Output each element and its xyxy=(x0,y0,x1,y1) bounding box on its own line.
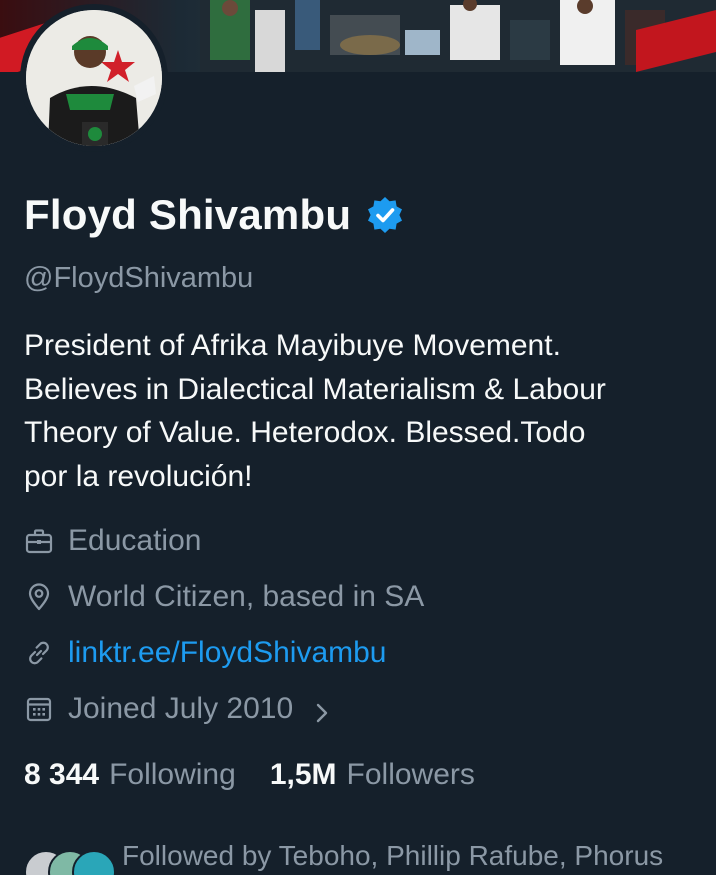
calendar-icon xyxy=(24,694,54,724)
location-pin-icon xyxy=(24,582,54,612)
profile-website: linktr.ee/FloydShivambu xyxy=(24,633,387,673)
following-stat[interactable]: 8 344 Following xyxy=(24,758,236,792)
briefcase-icon xyxy=(24,526,54,556)
profile-joined[interactable]: Joined July 2010 xyxy=(24,689,333,729)
followers-label: Followers xyxy=(346,758,475,791)
website-link[interactable]: linktr.ee/FloydShivambu xyxy=(68,636,387,670)
chevron-right-icon[interactable] xyxy=(311,698,333,723)
profile-category: Education xyxy=(24,521,201,561)
profile-avatar[interactable] xyxy=(20,4,168,152)
follow-stats: 8 344 Following 1,5M Followers xyxy=(24,754,475,796)
joined-text: Joined July 2010 xyxy=(68,692,294,725)
following-label: Following xyxy=(109,758,236,791)
bio-line: Theory of Value. Heterodox. Blessed.Todo xyxy=(24,416,586,449)
following-count: 8 344 xyxy=(24,758,100,791)
bio-line: Believes in Dialectical Materialism & La… xyxy=(24,372,606,406)
mutual-followers-avatars xyxy=(24,838,114,875)
display-name: Floyd Shivambu xyxy=(24,191,352,238)
bio-line: President of Afrika Mayibuye Movement. xyxy=(24,329,561,362)
link-icon xyxy=(24,638,54,668)
followed-by-row[interactable]: Followed by Teboho, Phillip Rafube, Phor… xyxy=(24,838,663,875)
name-row: Floyd Shivambu xyxy=(24,188,405,242)
followers-stat[interactable]: 1,5M Followers xyxy=(270,758,475,792)
bio-line: por la revolución! xyxy=(24,459,253,493)
profile-page: Floyd Shivambu @FloydShivambu President … xyxy=(0,0,716,875)
location-text: World Citizen, based in SA xyxy=(68,580,425,613)
followers-count: 1,5M xyxy=(269,758,337,791)
profile-location: World Citizen, based in SA xyxy=(24,577,424,617)
verified-badge-icon[interactable] xyxy=(365,195,405,235)
profile-bio: President of Afrika Mayibuye Movement. B… xyxy=(24,324,704,498)
avatar-photo xyxy=(26,10,162,146)
user-handle: @FloydShivambu xyxy=(24,262,254,294)
followed-by-text: Followed by Teboho, Phillip Rafube, Phor… xyxy=(122,840,664,871)
category-text: Education xyxy=(68,524,202,557)
